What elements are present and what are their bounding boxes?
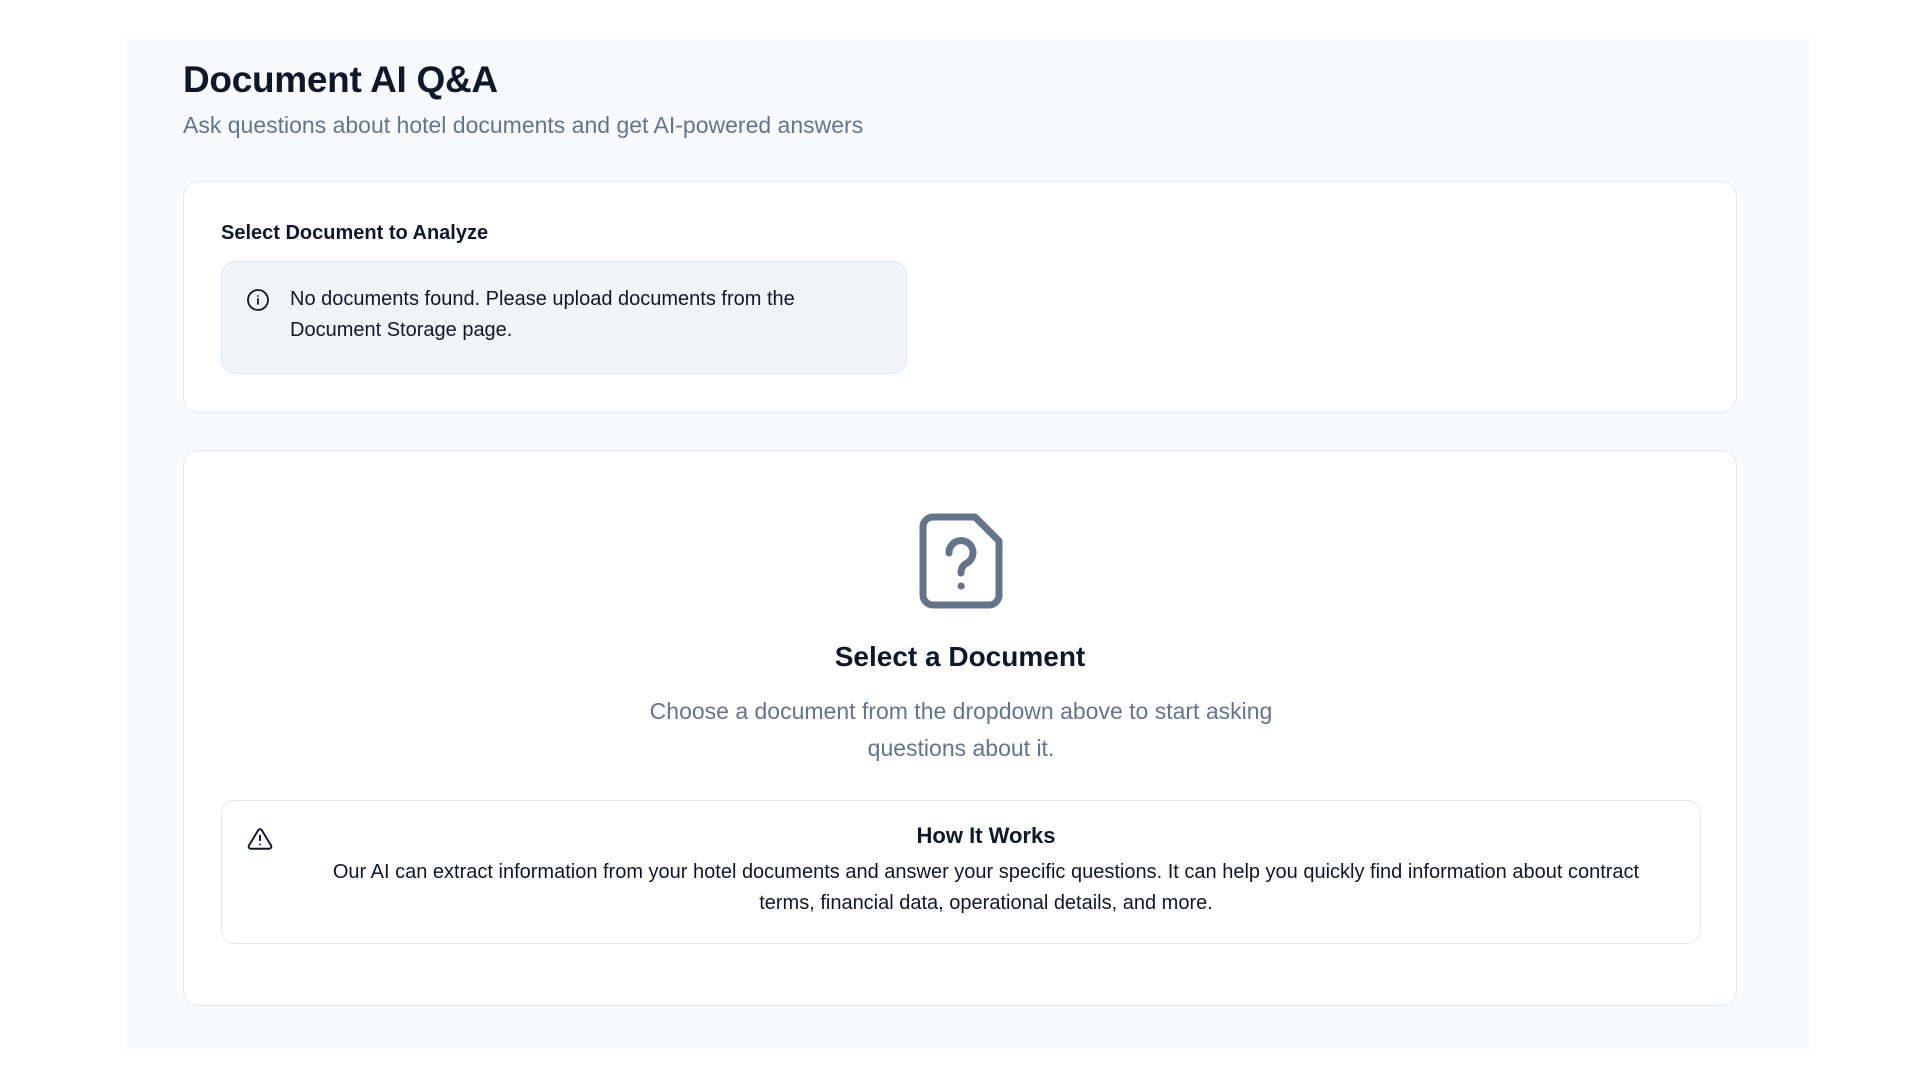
- how-it-works-alert: How It Works Our AI can extract informat…: [221, 800, 1701, 944]
- qa-page: Document AI Q&A Ask questions about hote…: [126, 38, 1810, 1050]
- document-select-label: Select Document to Analyze: [221, 222, 489, 244]
- page-header: Document AI Q&A Ask questions about hote…: [183, 56, 863, 140]
- no-documents-alert-text: No documents found. Please upload docume…: [290, 288, 795, 341]
- how-it-works-title: How It Works: [916, 823, 1056, 848]
- how-it-works-text: Our AI can extract information from your…: [332, 861, 1640, 914]
- info-icon: [247, 289, 269, 311]
- page-title: Document AI Q&A: [183, 59, 498, 100]
- qa-main-card: Select a Document Choose a document from…: [183, 450, 1737, 1006]
- page-subtitle: Ask questions about hotel documents and …: [183, 112, 864, 138]
- document-select-card: Select Document to Analyze No documents …: [183, 181, 1737, 413]
- warning-triangle-icon: [247, 828, 273, 850]
- empty-state-title: Select a Document: [834, 641, 1086, 672]
- empty-state-description: Choose a document from the dropdown abov…: [649, 698, 1273, 761]
- no-documents-alert: No documents found. Please upload docume…: [221, 261, 907, 374]
- file-question-icon: [919, 513, 1003, 609]
